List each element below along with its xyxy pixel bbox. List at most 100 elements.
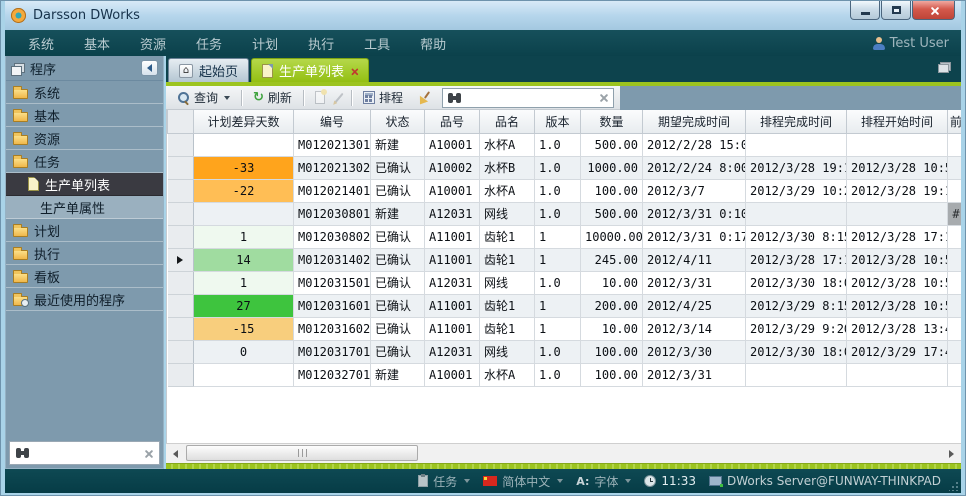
sidebar-item-3[interactable]: 任务 bbox=[6, 150, 163, 173]
cell-status[interactable]: 已确认 bbox=[371, 248, 425, 271]
column-header-5[interactable]: 版本 bbox=[535, 110, 581, 133]
row-header[interactable] bbox=[168, 363, 194, 386]
cell-expect[interactable]: 2012/4/11 bbox=[643, 248, 746, 271]
row-header[interactable] bbox=[168, 317, 194, 340]
cell-expect[interactable]: 2012/3/31 bbox=[643, 363, 746, 386]
cell-version[interactable]: 1 bbox=[535, 248, 581, 271]
scroll-left-button[interactable] bbox=[168, 446, 183, 461]
cell-code[interactable]: M012031501 bbox=[294, 271, 371, 294]
cell-version[interactable]: 1 bbox=[535, 317, 581, 340]
cell-diff[interactable] bbox=[194, 363, 294, 386]
menu-item-1[interactable]: 基本 bbox=[69, 38, 125, 53]
cell-extra[interactable] bbox=[948, 271, 962, 294]
row-header[interactable] bbox=[168, 271, 194, 294]
cell-version[interactable]: 1 bbox=[535, 294, 581, 317]
sidebar-collapse-button[interactable] bbox=[141, 60, 158, 76]
cell-sched_end[interactable] bbox=[746, 202, 847, 225]
cell-extra[interactable] bbox=[948, 294, 962, 317]
table-row[interactable]: 0M012031701已确认A12031网线1.0100.002012/3/30… bbox=[168, 340, 962, 363]
cell-item_no[interactable]: A10001 bbox=[425, 133, 480, 156]
cell-expect[interactable]: 2012/2/28 15:00 bbox=[643, 133, 746, 156]
cell-extra[interactable]: # bbox=[948, 202, 962, 225]
column-header-7[interactable]: 期望完成时间 bbox=[643, 110, 746, 133]
row-header[interactable] bbox=[168, 133, 194, 156]
cell-extra[interactable] bbox=[948, 317, 962, 340]
menu-item-3[interactable]: 任务 bbox=[181, 38, 237, 53]
cell-version[interactable]: 1.0 bbox=[535, 271, 581, 294]
cell-qty[interactable]: 10000.00 bbox=[581, 225, 643, 248]
cell-code[interactable]: M012031601 bbox=[294, 294, 371, 317]
sidebar-item-6[interactable]: 计划 bbox=[6, 219, 163, 242]
cell-extra[interactable] bbox=[948, 340, 962, 363]
clean-button[interactable] bbox=[411, 87, 435, 108]
cell-diff[interactable] bbox=[194, 202, 294, 225]
language-menu[interactable]: 简体中文 bbox=[483, 473, 563, 490]
cell-extra[interactable] bbox=[948, 179, 962, 202]
cell-qty[interactable]: 245.00 bbox=[581, 248, 643, 271]
menu-item-7[interactable]: 帮助 bbox=[405, 38, 461, 53]
sidebar-search-input[interactable] bbox=[36, 446, 138, 460]
cell-qty[interactable]: 10.00 bbox=[581, 271, 643, 294]
cell-item_name[interactable]: 网线 bbox=[480, 340, 535, 363]
cell-expect[interactable]: 2012/3/30 bbox=[643, 340, 746, 363]
table-row[interactable]: 27M012031601已确认A11001齿轮11200.002012/4/25… bbox=[168, 294, 962, 317]
scrollbar-thumb[interactable] bbox=[186, 445, 418, 461]
cell-item_no[interactable]: A11001 bbox=[425, 248, 480, 271]
cell-diff[interactable]: 1 bbox=[194, 271, 294, 294]
menu-item-5[interactable]: 执行 bbox=[293, 38, 349, 53]
sidebar-item-8[interactable]: 看板 bbox=[6, 265, 163, 288]
cell-version[interactable]: 1.0 bbox=[535, 133, 581, 156]
cell-extra[interactable] bbox=[948, 248, 962, 271]
table-row[interactable]: M012030801新建A12031网线1.0500.002012/3/31 0… bbox=[168, 202, 962, 225]
cell-expect[interactable]: 2012/3/7 bbox=[643, 179, 746, 202]
font-menu[interactable]: A: 字体 bbox=[576, 473, 631, 490]
sidebar-item-5[interactable]: 生产单属性 bbox=[6, 196, 163, 219]
table-row[interactable]: 1M012030802已确认A11001齿轮1110000.002012/3/3… bbox=[168, 225, 962, 248]
cell-sched_start[interactable]: 2012/3/28 19:10 bbox=[847, 179, 948, 202]
row-header[interactable] bbox=[168, 340, 194, 363]
cell-expect[interactable]: 2012/3/31 bbox=[643, 271, 746, 294]
resize-grip[interactable] bbox=[949, 482, 958, 491]
query-button[interactable]: 查询 bbox=[172, 87, 235, 108]
cell-sched_end[interactable]: 2012/3/30 8:15 bbox=[746, 225, 847, 248]
cell-status[interactable]: 新建 bbox=[371, 363, 425, 386]
cell-item_name[interactable]: 齿轮1 bbox=[480, 248, 535, 271]
column-header-9[interactable]: 排程开始时间 bbox=[847, 110, 948, 133]
edit-button[interactable] bbox=[333, 87, 345, 108]
sidebar-item-2[interactable]: 资源 bbox=[6, 127, 163, 150]
cell-sched_start[interactable]: 2012/3/28 17:13 bbox=[847, 225, 948, 248]
cell-expect[interactable]: 2012/3/14 bbox=[643, 317, 746, 340]
task-menu[interactable]: 任务 bbox=[418, 473, 470, 490]
cell-item_no[interactable]: A11001 bbox=[425, 294, 480, 317]
table-row[interactable]: M012021301新建A10001水杯A1.0500.002012/2/28 … bbox=[168, 133, 962, 156]
cell-item_name[interactable]: 齿轮1 bbox=[480, 225, 535, 248]
cell-item_name[interactable]: 齿轮1 bbox=[480, 317, 535, 340]
cell-item_name[interactable]: 水杯A bbox=[480, 363, 535, 386]
cell-sched_start[interactable] bbox=[847, 202, 948, 225]
cell-item_no[interactable]: A10001 bbox=[425, 363, 480, 386]
cell-code[interactable]: M012030801 bbox=[294, 202, 371, 225]
cell-status[interactable]: 已确认 bbox=[371, 179, 425, 202]
table-row[interactable]: 14M012031402已确认A11001齿轮11245.002012/4/11… bbox=[168, 248, 962, 271]
cell-item_no[interactable]: A11001 bbox=[425, 225, 480, 248]
sidebar-item-0[interactable]: 系统 bbox=[6, 81, 163, 104]
column-header-2[interactable]: 状态 bbox=[371, 110, 425, 133]
horizontal-scrollbar[interactable] bbox=[166, 443, 961, 463]
cell-sched_start[interactable]: 2012/3/28 10:52 bbox=[847, 294, 948, 317]
row-header[interactable] bbox=[168, 225, 194, 248]
cell-extra[interactable] bbox=[948, 225, 962, 248]
cell-code[interactable]: M012031402 bbox=[294, 248, 371, 271]
cell-item_no[interactable]: A12031 bbox=[425, 202, 480, 225]
column-header-10[interactable]: 前 bbox=[948, 110, 962, 133]
cell-diff[interactable]: -22 bbox=[194, 179, 294, 202]
cell-item_name[interactable]: 水杯B bbox=[480, 156, 535, 179]
cell-item_name[interactable]: 齿轮1 bbox=[480, 294, 535, 317]
menu-item-0[interactable]: 系统 bbox=[13, 38, 69, 53]
column-header-6[interactable]: 数量 bbox=[581, 110, 643, 133]
table-row[interactable]: -15M012031602已确认A11001齿轮1110.002012/3/14… bbox=[168, 317, 962, 340]
cell-version[interactable]: 1.0 bbox=[535, 156, 581, 179]
cell-item_name[interactable]: 网线 bbox=[480, 271, 535, 294]
cell-code[interactable]: M012031602 bbox=[294, 317, 371, 340]
table-row[interactable]: -33M012021302已确认A10002水杯B1.01000.002012/… bbox=[168, 156, 962, 179]
cell-item_no[interactable]: A11001 bbox=[425, 317, 480, 340]
